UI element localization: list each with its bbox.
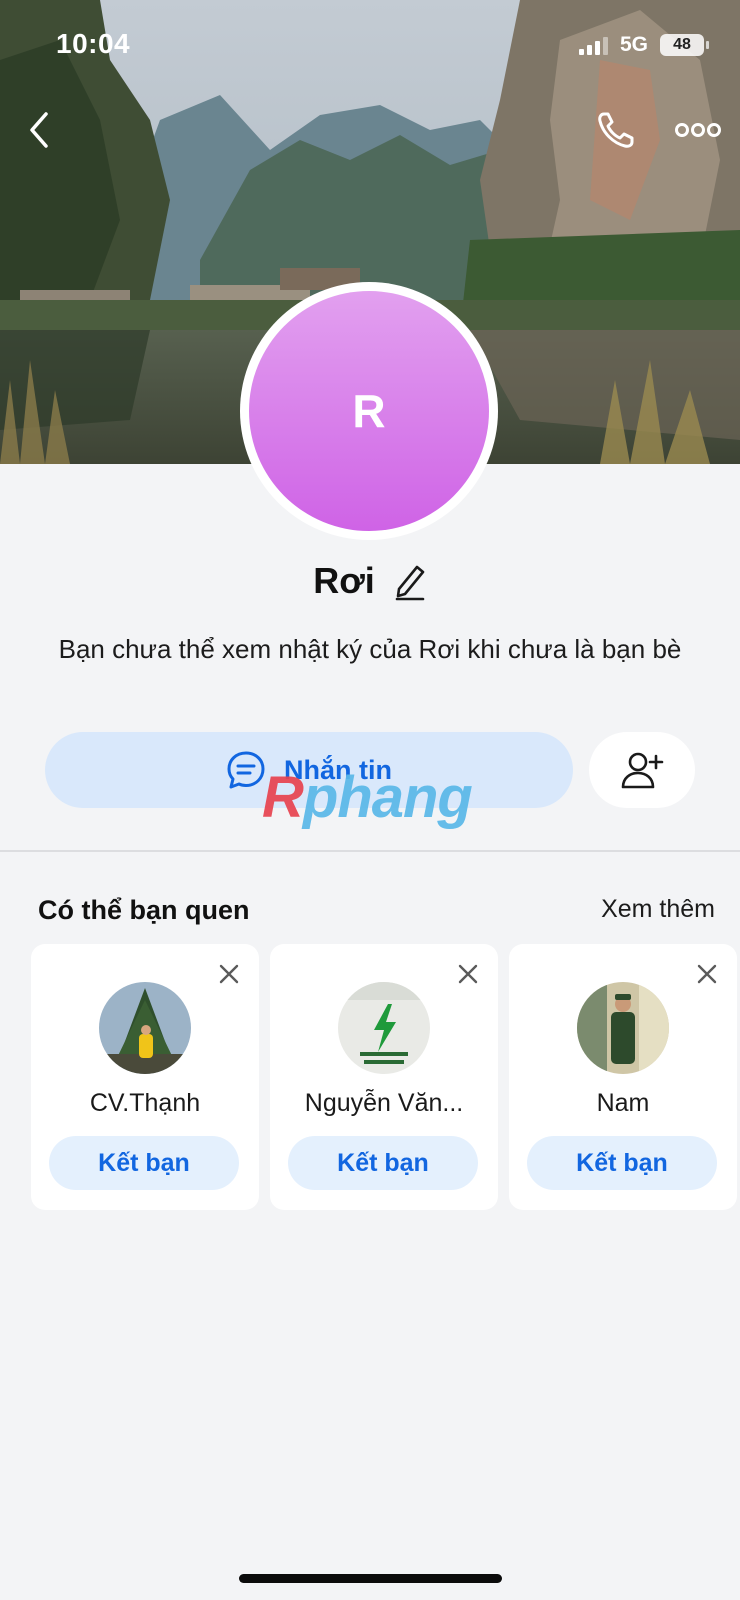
suggestions-title: Có thể bạn quen	[38, 895, 250, 925]
status-indicators: 5G 48	[578, 33, 709, 57]
suggestion-card[interactable]: Nam Kết bạn	[509, 944, 737, 1210]
suggestion-avatar[interactable]	[577, 982, 669, 1074]
chat-bubble-icon	[227, 751, 265, 789]
battery-level: 48	[673, 36, 691, 53]
chevron-left-icon	[30, 112, 48, 148]
suggestion-photo	[338, 982, 430, 1074]
avatar-letter: R	[352, 385, 386, 437]
more-icon	[675, 123, 721, 137]
suggestion-photo	[577, 982, 669, 1074]
privacy-info-text: Bạn chưa thể xem nhật ký của Rơi khi chư…	[58, 634, 682, 664]
section-divider	[0, 850, 740, 852]
suggestion-name: Nguyễn Văn...	[304, 1089, 464, 1117]
add-user-icon	[621, 752, 664, 789]
add-friend-card-button[interactable]: Kết bạn	[527, 1136, 717, 1190]
close-icon[interactable]	[695, 962, 719, 986]
edit-pencil-icon[interactable]	[391, 561, 427, 601]
close-icon[interactable]	[456, 962, 480, 986]
signal-icon	[578, 35, 608, 55]
profile-name-row: Rơi	[0, 560, 740, 602]
network-label: 5G	[619, 33, 648, 56]
message-button[interactable]: Nhắn tin	[45, 732, 573, 808]
suggestion-photo	[99, 982, 191, 1074]
add-friend-button[interactable]	[589, 732, 695, 808]
more-button[interactable]	[672, 110, 724, 150]
suggestion-card[interactable]: Nguyễn Văn... Kết bạn	[270, 944, 498, 1210]
status-time: 10:04	[56, 28, 131, 59]
suggestion-avatar[interactable]	[99, 982, 191, 1074]
suggestion-name: Nam	[596, 1089, 650, 1117]
close-icon[interactable]	[217, 962, 241, 986]
call-button[interactable]	[594, 108, 638, 152]
battery-icon: 48	[660, 34, 709, 56]
add-friend-card-button[interactable]: Kết bạn	[288, 1136, 478, 1190]
suggestion-avatar[interactable]	[338, 982, 430, 1074]
home-indicator[interactable]	[239, 1574, 502, 1583]
suggestion-card[interactable]: CV.Thạnh Kết bạn	[31, 944, 259, 1210]
back-button[interactable]	[22, 108, 58, 152]
suggestion-name: CV.Thạnh	[89, 1089, 201, 1117]
add-friend-card-button[interactable]: Kết bạn	[49, 1136, 239, 1190]
profile-name: Rơi	[313, 560, 375, 601]
phone-icon	[598, 112, 634, 148]
see-more-link[interactable]: Xem thêm	[601, 895, 715, 924]
message-button-label: Nhắn tin	[284, 754, 392, 785]
avatar[interactable]: R	[249, 291, 489, 531]
